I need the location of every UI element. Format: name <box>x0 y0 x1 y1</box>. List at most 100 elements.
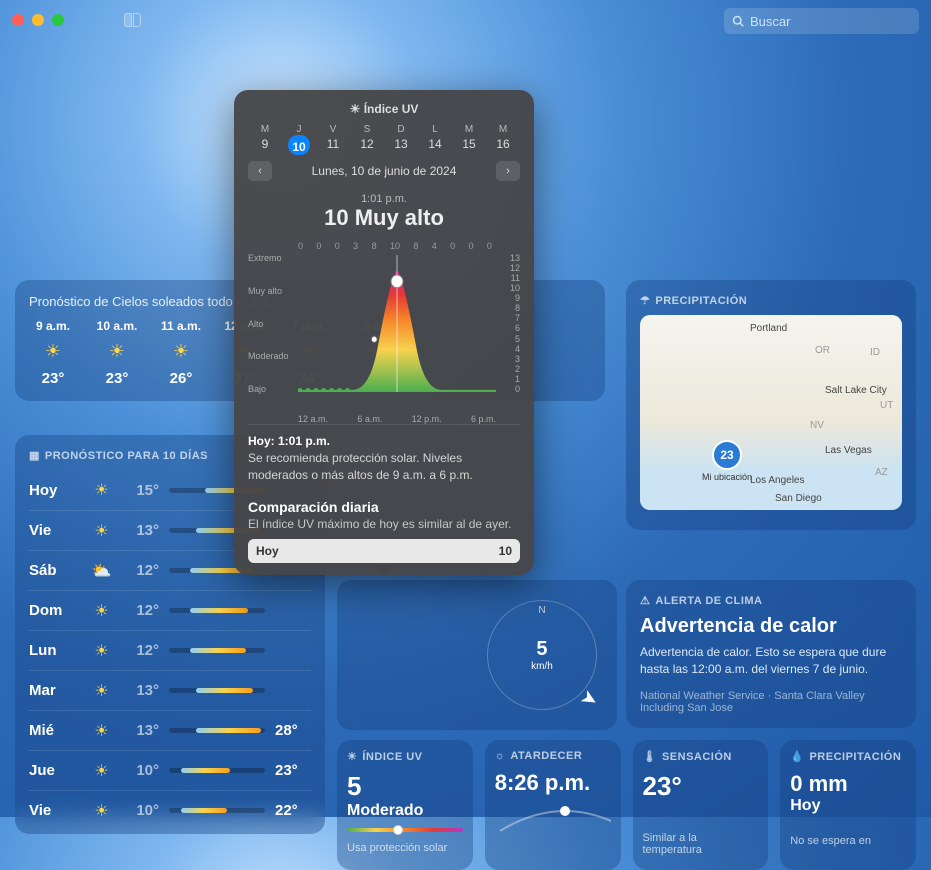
compare-sub: El índice UV máximo de hoy es similar al… <box>248 517 520 531</box>
precip-value: 0 mm <box>790 771 906 797</box>
hourly-item[interactable]: 11 a.m.☀26° <box>157 319 205 387</box>
map-label: OR <box>815 345 830 356</box>
search-icon <box>732 15 744 27</box>
day-high: 28° <box>275 722 311 739</box>
next-day-button[interactable]: › <box>496 161 520 181</box>
compare-bar-value: 10 <box>499 544 512 558</box>
uv-chart: 000381084000 ExtremoMuy altoAltoModerado… <box>248 241 520 406</box>
uv-scale-bar <box>347 828 463 832</box>
search-input[interactable]: Buscar <box>724 8 919 34</box>
daily-row[interactable]: Lun☀12° <box>29 630 311 670</box>
hour-time: 9 a.m. <box>36 319 70 333</box>
precipitation-map-card[interactable]: ☂ PRECIPITACIÓN Portland OR ID Salt Lake… <box>626 280 916 530</box>
map-location-label: Mi ubicación <box>702 472 752 482</box>
fullscreen-window-button[interactable] <box>52 14 64 26</box>
popover-summary: Hoy: 1:01 p.m. Se recomienda protección … <box>248 424 520 491</box>
popover-day[interactable]: S12 <box>350 124 384 155</box>
hourly-item[interactable]: 9 a.m. ☀ 23° <box>29 319 77 387</box>
sunset-header: ATARDECER <box>510 750 582 762</box>
popover-day[interactable]: V11 <box>316 124 350 155</box>
temp-range-bar <box>169 728 265 733</box>
uv-detail-popover[interactable]: ☀ Índice UV M9J10V11S12D13L14M15M16 ‹ Lu… <box>234 90 534 575</box>
popover-day[interactable]: M9 <box>248 124 282 155</box>
calendar-icon: ▦ <box>29 449 40 462</box>
feels-like-card[interactable]: 🌡 SENSACIÓN 23° Similar a la temperatura <box>633 740 769 870</box>
alert-title: Advertencia de calor <box>640 615 902 638</box>
search-placeholder: Buscar <box>750 14 790 29</box>
sunset-arc <box>495 796 611 836</box>
temp-range-bar <box>169 648 265 653</box>
popover-day[interactable]: J10 <box>282 124 316 155</box>
day-low: 10° <box>119 762 159 779</box>
daily-row[interactable]: Mié☀13°28° <box>29 710 311 750</box>
sun-icon: ☀ <box>45 341 61 362</box>
day-high: 23° <box>275 762 311 779</box>
hour-temp: 23° <box>106 370 129 387</box>
wind-card[interactable]: N 5 km/h ➤ <box>337 580 617 730</box>
map-label: ID <box>870 347 880 358</box>
popover-title: ☀ Índice UV <box>248 102 520 116</box>
hour-time: 10 a.m. <box>97 319 138 333</box>
daily-header-label: PRONÓSTICO PARA 10 DÍAS <box>45 450 208 462</box>
precip-header-label: PRECIPITACIÓN <box>655 295 747 307</box>
precip-map[interactable]: Portland OR ID Salt Lake City NV UT Las … <box>640 315 902 510</box>
feels-desc: Similar a la temperatura <box>643 832 759 856</box>
warning-icon: ⚠ <box>640 594 650 607</box>
temp-range-bar <box>169 608 265 613</box>
droplet-icon: 💧 <box>790 750 804 763</box>
popover-day-selector: M9J10V11S12D13L14M15M16 <box>248 124 520 155</box>
detail-cards-row: ☀ÍNDICE UV 5 Moderado Usa protección sol… <box>337 740 916 870</box>
map-label: UT <box>880 400 893 411</box>
close-window-button[interactable] <box>12 14 24 26</box>
map-label: NV <box>810 420 824 431</box>
popover-day[interactable]: M15 <box>452 124 486 155</box>
traffic-lights <box>12 14 64 26</box>
compass-north: N <box>538 605 545 616</box>
popover-day[interactable]: D13 <box>384 124 418 155</box>
sidebar-toggle-button[interactable] <box>124 13 141 27</box>
day-low: 10° <box>119 802 159 819</box>
alert-header-label: ALERTA DE CLIMA <box>655 595 762 607</box>
compare-heading: Comparación diaria <box>248 499 520 515</box>
wind-speed: 5 <box>531 638 553 661</box>
thermometer-icon: 🌡 <box>643 750 657 763</box>
sun-icon: ☀ <box>84 521 119 541</box>
prev-day-button[interactable]: ‹ <box>248 161 272 181</box>
map-label: San Diego <box>775 493 822 504</box>
weather-alert-card[interactable]: ⚠ ALERTA DE CLIMA Advertencia de calor A… <box>626 580 916 728</box>
feels-value: 23° <box>643 771 759 802</box>
hourly-item[interactable]: 10 a.m.☀23° <box>93 319 141 387</box>
temp-range-bar <box>169 768 265 773</box>
map-label: AZ <box>875 467 888 478</box>
daily-row[interactable]: Dom☀12° <box>29 590 311 630</box>
daily-row[interactable]: Jue☀10°23° <box>29 750 311 790</box>
hour-temp: 23° <box>42 370 65 387</box>
precip-amount-card[interactable]: 💧PRECIPITACIÓN 0 mm Hoy No se espera en <box>780 740 916 870</box>
uv-header: ÍNDICE UV <box>362 751 422 763</box>
map-label: Las Vegas <box>825 445 872 456</box>
day-name: Vie <box>29 802 84 819</box>
uv-card[interactable]: ☀ÍNDICE UV 5 Moderado Usa protección sol… <box>337 740 473 870</box>
day-name: Jue <box>29 762 84 779</box>
wind-compass: N 5 km/h ➤ <box>487 600 597 710</box>
sun-icon: ☀ <box>350 102 364 116</box>
day-low: 13° <box>119 522 159 539</box>
day-low: 12° <box>119 602 159 619</box>
sun-icon: ☀ <box>84 480 119 500</box>
compare-bar-label: Hoy <box>256 544 279 558</box>
daily-row[interactable]: Mar☀13° <box>29 670 311 710</box>
sun-icon: ☀ <box>173 341 189 362</box>
daily-row[interactable]: Vie☀10°22° <box>29 790 311 830</box>
map-my-location[interactable]: 23 Mi ubicación <box>702 440 752 482</box>
uv-desc: Usa protección solar <box>347 842 463 854</box>
popover-day[interactable]: M16 <box>486 124 520 155</box>
minimize-window-button[interactable] <box>32 14 44 26</box>
sunset-card[interactable]: ☼ATARDECER 8:26 p.m. <box>485 740 621 870</box>
sun-icon: ☀ <box>84 601 119 621</box>
map-location-badge: 23 <box>712 440 742 470</box>
popover-day[interactable]: L14 <box>418 124 452 155</box>
precip-desc: No se espera en <box>790 835 906 847</box>
wind-arrow-icon: ➤ <box>576 683 603 713</box>
popover-date: Lunes, 10 de junio de 2024 <box>312 164 457 178</box>
feels-header: SENSACIÓN <box>662 751 732 763</box>
